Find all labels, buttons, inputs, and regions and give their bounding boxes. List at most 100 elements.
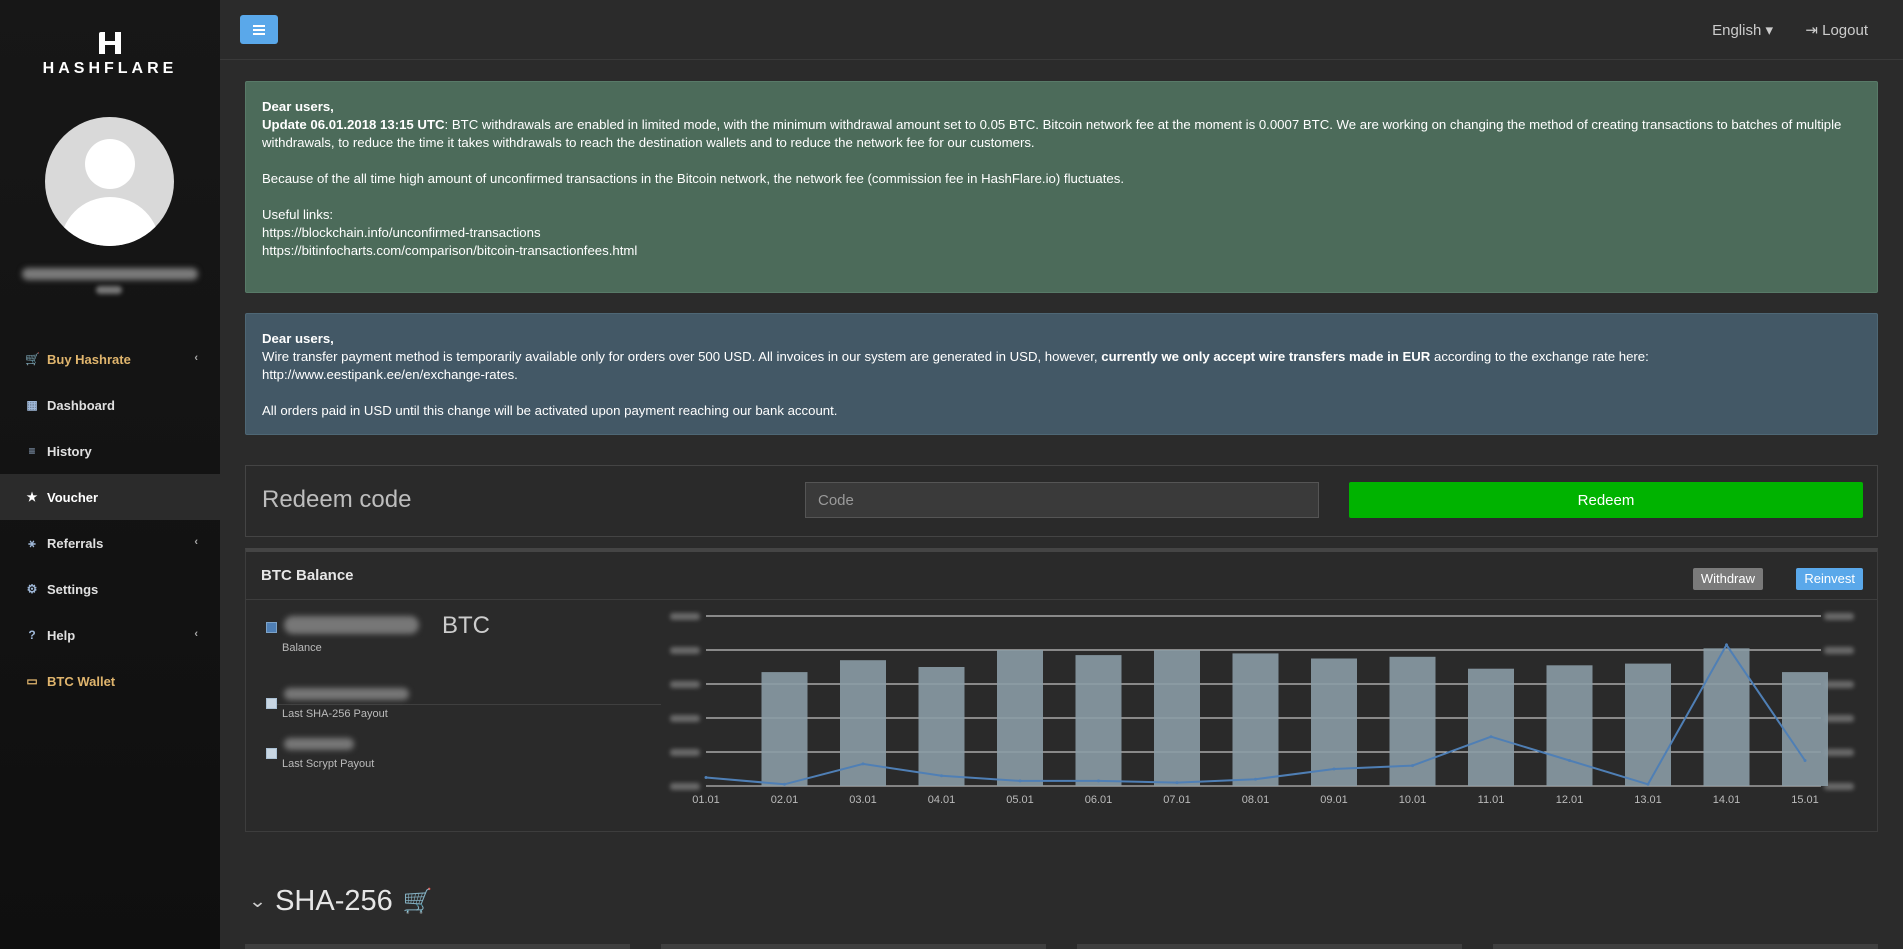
x-tick-label: 09.01 <box>1320 794 1348 806</box>
legend-balance[interactable]: BTC Balance <box>266 612 636 662</box>
alert-link-exchange-rates[interactable]: http://www.eestipank.ee/en/exchange-rate… <box>262 367 518 382</box>
alert-link-bitinfocharts[interactable]: https://bitinfocharts.com/comparison/bit… <box>262 243 637 258</box>
sidebar-item-label: Buy Hashrate <box>47 351 131 367</box>
menu-toggle-button[interactable] <box>240 15 278 44</box>
bar-08.01[interactable] <box>1232 653 1279 786</box>
x-tick-label: 12.01 <box>1556 794 1584 806</box>
line-point-03.01[interactable] <box>861 762 865 766</box>
bar-06.01[interactable] <box>1075 655 1122 786</box>
x-tick-label: 08.01 <box>1242 794 1270 806</box>
x-tick-label: 04.01 <box>928 794 956 806</box>
announcement-withdrawals: Dear users, Update 06.01.2018 13:15 UTC:… <box>245 81 1878 293</box>
redeem-panel: Redeem code Redeem <box>245 465 1878 537</box>
bar-02.01[interactable] <box>761 672 808 786</box>
line-point-11.01[interactable] <box>1489 735 1493 739</box>
sidebar-nav: 🛒 Buy Hashrate ‹ ▦ Dashboard ≡ History ★… <box>0 336 220 704</box>
bar-07.01[interactable] <box>1154 650 1200 786</box>
redacted-axis-tick-right <box>1824 613 1854 620</box>
alert-update-date: Update 06.01.2018 13:15 UTC <box>262 117 445 132</box>
plan-cards-top-edge <box>245 944 1878 949</box>
line-point-15.01[interactable] <box>1803 759 1807 762</box>
line-point-01.01[interactable] <box>704 776 708 779</box>
bar-09.01[interactable] <box>1311 658 1357 787</box>
sidebar-item-help[interactable]: ? Help ‹ <box>0 612 220 658</box>
logout-link[interactable]: ⇥ Logout <box>1805 21 1868 39</box>
alert-wire-text: Wire transfer payment method is temporar… <box>262 349 1102 364</box>
bar-05.01[interactable] <box>997 650 1043 786</box>
sha256-section-header[interactable]: ⌄ SHA-256 🛒 <box>248 885 433 918</box>
sidebar-item-btc-wallet[interactable]: ▭ BTC Wallet <box>0 658 220 704</box>
x-tick-label: 11.01 <box>1478 794 1505 806</box>
redacted-axis-tick-right <box>1824 647 1854 654</box>
line-point-12.01[interactable] <box>1568 759 1571 762</box>
line-point-06.01[interactable] <box>1097 779 1100 783</box>
chart-legend: BTC Balance Last SHA-256 Payout Last Scr… <box>266 612 661 788</box>
dashboard-icon: ▦ <box>26 398 38 412</box>
redeem-button[interactable]: Redeem <box>1349 482 1863 518</box>
cart-icon[interactable]: 🛒 <box>403 887 433 916</box>
redacted-balance-value <box>284 616 419 634</box>
legend-swatch <box>266 698 277 709</box>
line-point-13.01[interactable] <box>1646 782 1650 786</box>
reinvest-button[interactable]: Reinvest <box>1796 568 1863 590</box>
alert-links-label: Useful links: <box>262 207 334 222</box>
alert-wire-text-2: according to the exchange rate here: <box>1430 349 1649 364</box>
legend-sha256-payout[interactable]: Last SHA-256 Payout <box>266 688 636 738</box>
alert-usd-orders-text: All orders paid in USD until this change… <box>262 403 838 418</box>
line-point-09.01[interactable] <box>1332 767 1336 771</box>
sidebar-item-settings[interactable]: ⚙ Settings <box>0 566 220 612</box>
sidebar: HASHFLARE 🛒 Buy Hashrate ‹ ▦ Dashboard ≡… <box>0 0 220 949</box>
question-icon: ? <box>28 628 36 642</box>
btc-panel-title: BTC Balance <box>261 567 354 584</box>
sidebar-item-label: Dashboard <box>47 397 115 413</box>
star-icon: ★ <box>26 490 38 504</box>
redacted-axis-tick-left <box>670 749 700 756</box>
bar-11.01[interactable] <box>1468 668 1514 786</box>
bar-15.01[interactable] <box>1782 672 1828 786</box>
logout-icon: ⇥ <box>1805 22 1818 39</box>
legend-swatch <box>266 622 277 633</box>
chevron-left-icon: ‹ <box>194 628 198 640</box>
sidebar-item-dashboard[interactable]: ▦ Dashboard <box>0 382 220 428</box>
line-point-14.01[interactable] <box>1725 643 1728 647</box>
voucher-code-input[interactable] <box>805 482 1319 518</box>
sidebar-item-buy-hashrate[interactable]: 🛒 Buy Hashrate ‹ <box>0 336 220 382</box>
line-point-07.01[interactable] <box>1175 781 1179 785</box>
sidebar-item-referrals[interactable]: ⚹ Referrals ‹ <box>0 520 220 566</box>
line-point-08.01[interactable] <box>1254 777 1257 781</box>
bar-13.01[interactable] <box>1625 663 1671 786</box>
legend-scrypt-payout[interactable]: Last Scrypt Payout <box>266 738 636 788</box>
alert-heading: Dear users, <box>262 331 334 346</box>
withdraw-button[interactable]: Withdraw <box>1692 568 1763 590</box>
line-point-05.01[interactable] <box>1018 779 1022 783</box>
x-tick-label: 14.01 <box>1713 794 1741 806</box>
x-tick-label: 03.01 <box>849 794 877 806</box>
chevron-left-icon: ‹ <box>194 536 198 548</box>
list-icon: ≡ <box>28 444 36 458</box>
announcement-wire-transfer: Dear users, Wire transfer payment method… <box>245 313 1878 435</box>
sidebar-item-voucher[interactable]: ★ Voucher <box>0 474 220 520</box>
wallet-icon: ▭ <box>26 674 38 688</box>
line-point-02.01[interactable] <box>783 782 786 786</box>
sidebar-item-history[interactable]: ≡ History <box>0 428 220 474</box>
bar-04.01[interactable] <box>918 667 965 786</box>
sidebar-item-label: Voucher <box>47 489 99 505</box>
line-point-04.01[interactable] <box>940 774 943 778</box>
redeem-title: Redeem code <box>262 486 412 513</box>
sidebar-item-label: BTC Wallet <box>47 673 116 689</box>
line-point-10.01[interactable] <box>1411 764 1414 768</box>
x-tick-label: 10.01 <box>1399 794 1427 806</box>
alert-fee-text: Because of the all time high amount of u… <box>262 171 1125 186</box>
hashflare-logo[interactable]: HASHFLARE <box>24 32 196 78</box>
network-icon: ⚹ <box>28 535 36 550</box>
bar-12.01[interactable] <box>1546 665 1593 786</box>
legend-label: Last SHA-256 Payout <box>282 708 388 720</box>
x-tick-label: 02.01 <box>771 794 799 806</box>
language-dropdown[interactable]: English ▾ <box>1712 21 1773 39</box>
x-tick-label: 13.01 <box>1634 794 1662 806</box>
cart-icon: 🛒 <box>25 352 40 366</box>
alert-link-blockchain[interactable]: https://blockchain.info/unconfirmed-tran… <box>262 225 541 240</box>
btc-panel-header: BTC Balance Withdraw Reinvest <box>246 552 1877 600</box>
legend-label: Last Scrypt Payout <box>282 758 375 770</box>
logo-text: HASHFLARE <box>42 60 178 77</box>
